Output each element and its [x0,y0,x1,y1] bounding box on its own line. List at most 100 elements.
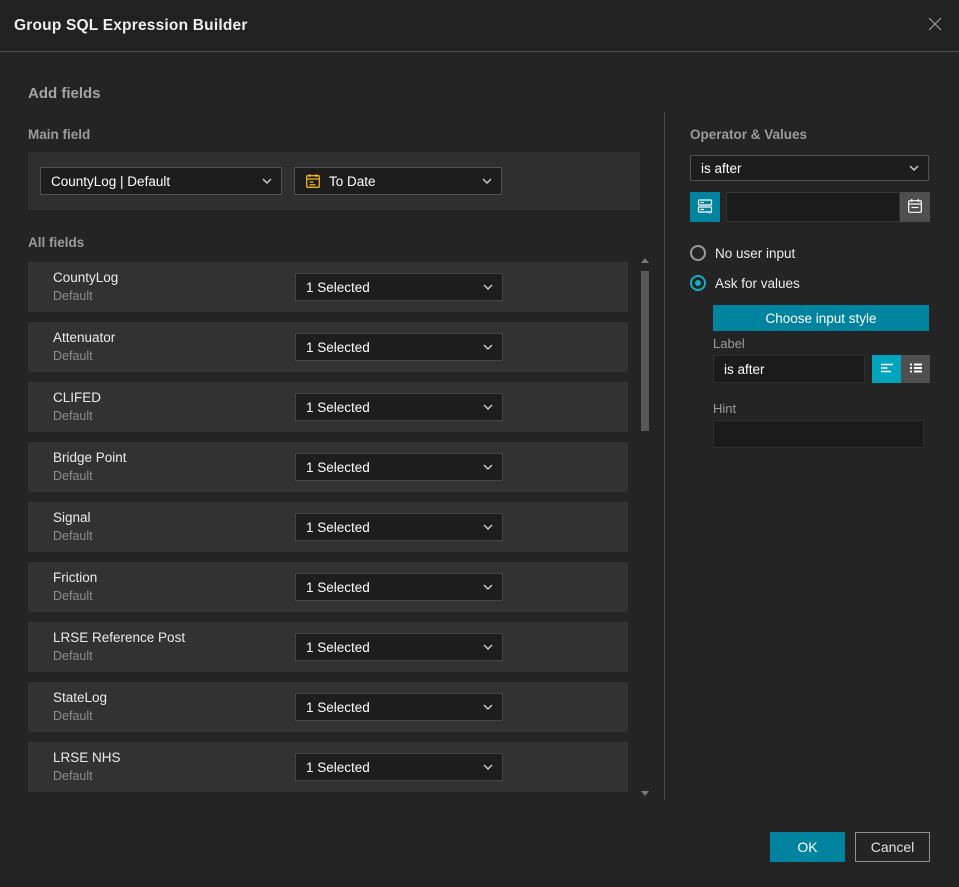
radio-ask-for-values-label: Ask for values [715,275,800,291]
field-selected-value: 1 Selected [306,399,370,415]
scrollbar-thumb[interactable] [641,271,649,431]
field-selected-dropdown[interactable]: 1 Selected [295,693,503,721]
align-left-icon [879,361,895,378]
field-name: LRSE Reference Post [53,630,186,645]
radio-no-user-input-label: No user input [715,245,796,261]
cancel-button[interactable]: Cancel [855,832,930,862]
field-subtitle: Default [53,589,93,603]
input-boxes-icon [696,197,714,218]
field-name: Attenuator [53,330,116,345]
field-selected-value: 1 Selected [306,519,370,535]
field-row: Signal Default 1 Selected [28,502,628,552]
chevron-down-icon [262,178,272,184]
chevron-down-icon [483,284,493,290]
main-field-select-value: CountyLog | Default [51,173,171,189]
field-row: LRSE Reference Post Default 1 Selected [28,622,628,672]
chevron-down-icon [483,764,493,770]
field-name: Bridge Point [53,450,127,465]
field-row: StateLog Default 1 Selected [28,682,628,732]
operator-value-input[interactable] [726,192,900,222]
field-type-select-value: To Date [329,173,376,189]
field-selected-dropdown[interactable]: 1 Selected [295,393,503,421]
scroll-up-arrow-icon[interactable] [641,258,649,263]
field-selected-value: 1 Selected [306,699,370,715]
field-subtitle: Default [53,289,93,303]
field-row: Bridge Point Default 1 Selected [28,442,628,492]
chevron-down-icon [483,644,493,650]
field-subtitle: Default [53,709,93,723]
date-picker-button[interactable] [900,192,930,222]
dialog-title: Group SQL Expression Builder [14,17,248,34]
main-field-panel: CountyLog | Default To Date [28,152,640,210]
field-subtitle: Default [53,469,93,483]
list-scrollbar[interactable] [640,256,650,798]
radio-ask-for-values[interactable]: Ask for values [690,275,800,291]
label-input[interactable] [713,355,865,383]
radio-no-user-input[interactable]: No user input [690,245,795,261]
field-name: CLIFED [53,390,102,405]
label-label: Label [713,336,745,351]
field-row: CLIFED Default 1 Selected [28,382,628,432]
main-field-select[interactable]: CountyLog | Default [40,167,282,195]
field-subtitle: Default [53,769,93,783]
date-calendar-icon [305,173,321,189]
input-style-list-button[interactable] [901,355,930,383]
field-selected-value: 1 Selected [306,759,370,775]
chevron-down-icon [483,404,493,410]
list-icon [908,361,924,378]
field-name: CountyLog [53,270,119,285]
radio-unchecked-icon [690,245,706,261]
field-subtitle: Default [53,529,93,543]
field-selected-dropdown[interactable]: 1 Selected [295,753,503,781]
ok-button[interactable]: OK [770,832,845,862]
group-sql-expression-builder-dialog: Group SQL Expression Builder Add fields … [0,0,959,887]
operator-select[interactable]: is after [690,155,929,181]
field-name: Signal [53,510,91,525]
field-subtitle: Default [53,409,93,423]
radio-checked-icon [690,275,706,291]
field-row: CountyLog Default 1 Selected [28,262,628,312]
field-name: StateLog [53,690,108,705]
field-name: Friction [53,570,98,585]
scroll-down-arrow-icon[interactable] [641,791,649,796]
chevron-down-icon [483,344,493,350]
calendar-icon [907,198,923,217]
field-subtitle: Default [53,349,93,363]
chevron-down-icon [482,178,492,184]
all-fields-heading: All fields [28,235,85,250]
chevron-down-icon [909,165,919,171]
field-row: Attenuator Default 1 Selected [28,322,628,372]
chevron-down-icon [483,524,493,530]
operator-values-heading: Operator & Values [690,127,808,142]
field-selected-dropdown[interactable]: 1 Selected [295,453,503,481]
hint-input[interactable] [713,420,924,448]
panel-divider [664,112,665,800]
field-name: LRSE NHS [53,750,121,765]
field-selected-value: 1 Selected [306,579,370,595]
field-selected-dropdown[interactable]: 1 Selected [295,513,503,541]
field-selected-value: 1 Selected [306,639,370,655]
field-selected-value: 1 Selected [306,339,370,355]
field-selected-dropdown[interactable]: 1 Selected [295,333,503,361]
set-input-mode-button[interactable] [690,192,720,222]
add-fields-heading: Add fields [28,85,101,102]
close-button[interactable] [923,14,947,38]
field-row: LRSE NHS Default 1 Selected [28,742,628,792]
dialog-header: Group SQL Expression Builder [0,0,959,52]
close-icon [927,16,943,37]
main-field-heading: Main field [28,127,91,142]
field-selected-dropdown[interactable]: 1 Selected [295,273,503,301]
field-selected-dropdown[interactable]: 1 Selected [295,633,503,661]
all-fields-list: CountyLog Default 1 Selected Attenuator … [28,262,628,802]
chevron-down-icon [483,464,493,470]
hint-label: Hint [713,401,737,416]
field-type-select[interactable]: To Date [294,167,502,195]
field-selected-dropdown[interactable]: 1 Selected [295,573,503,601]
operator-select-value: is after [701,160,742,176]
field-selected-value: 1 Selected [306,279,370,295]
input-style-text-button[interactable] [872,355,901,383]
field-selected-value: 1 Selected [306,459,370,475]
choose-input-style-button[interactable]: Choose input style [713,305,929,331]
field-subtitle: Default [53,649,93,663]
chevron-down-icon [483,704,493,710]
